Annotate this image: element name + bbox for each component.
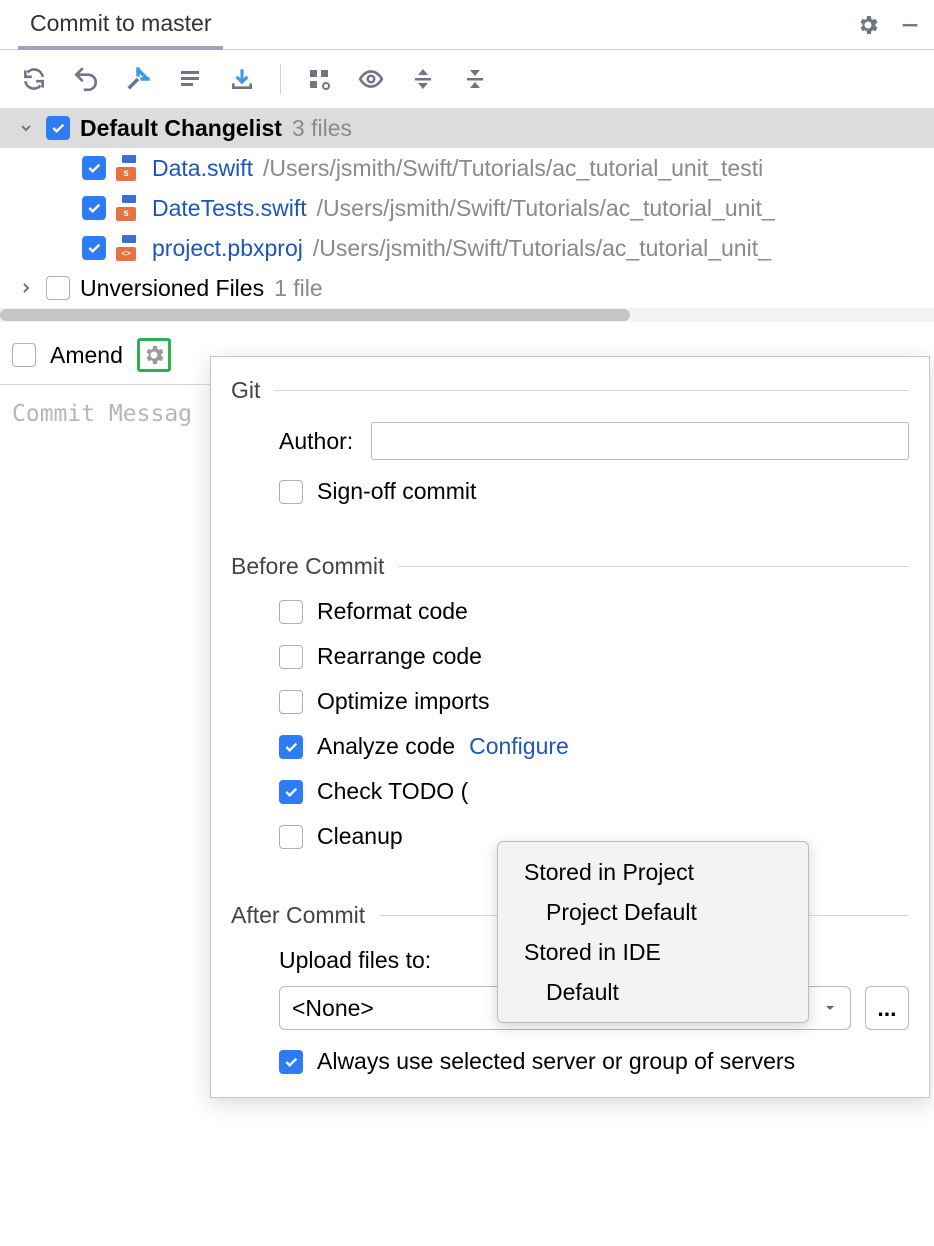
submenu-default[interactable]: Default bbox=[498, 972, 808, 1012]
optimize-checkbox[interactable] bbox=[279, 690, 303, 714]
submenu-stored-project[interactable]: Stored in Project bbox=[498, 852, 808, 892]
file-path: /Users/jsmith/Swift/Tutorials/ac_tutoria… bbox=[313, 235, 771, 262]
amend-checkbox[interactable] bbox=[12, 343, 36, 367]
file-path: /Users/jsmith/Swift/Tutorials/ac_tutoria… bbox=[317, 195, 775, 222]
changelist-label: Default Changelist bbox=[80, 115, 282, 142]
swift-file-icon: s bbox=[116, 155, 142, 181]
file-name: DateTests.swift bbox=[152, 195, 307, 222]
xml-file-icon: <> bbox=[116, 235, 142, 261]
submenu-project-default[interactable]: Project Default bbox=[498, 892, 808, 932]
check-todo-checkbox[interactable] bbox=[279, 780, 303, 804]
section-before-commit: Before Commit bbox=[231, 553, 909, 580]
shelve-icon[interactable] bbox=[226, 63, 258, 95]
unversioned-count: 1 file bbox=[274, 275, 323, 302]
preview-diff-icon[interactable] bbox=[355, 63, 387, 95]
rearrange-label: Rearrange code bbox=[317, 643, 482, 670]
commit-options-gear[interactable] bbox=[137, 338, 171, 372]
changes-tree: Default Changelist 3 files s Data.swift … bbox=[0, 108, 934, 308]
check-todo-label: Check TODO ( bbox=[317, 778, 468, 805]
section-git: Git bbox=[231, 377, 909, 404]
reformat-label: Reformat code bbox=[317, 598, 468, 625]
gear-icon[interactable] bbox=[854, 11, 882, 39]
file-name: project.pbxproj bbox=[152, 235, 303, 262]
file-row[interactable]: s Data.swift /Users/jsmith/Swift/Tutoria… bbox=[0, 148, 934, 188]
analyze-checkbox[interactable] bbox=[279, 735, 303, 759]
changelist-icon[interactable] bbox=[174, 63, 206, 95]
rearrange-checkbox[interactable] bbox=[279, 645, 303, 669]
analyze-label: Analyze code bbox=[317, 733, 455, 760]
swift-file-icon: s bbox=[116, 195, 142, 221]
file-checkbox[interactable] bbox=[82, 236, 106, 260]
group-by-icon[interactable] bbox=[303, 63, 335, 95]
chevron-down-icon bbox=[822, 1000, 838, 1016]
analyze-configure-link[interactable]: Configure bbox=[469, 733, 569, 760]
signoff-checkbox[interactable] bbox=[279, 480, 303, 504]
tab-commit[interactable]: Commit to master bbox=[0, 0, 233, 49]
always-use-checkbox[interactable] bbox=[279, 1050, 303, 1074]
file-checkbox[interactable] bbox=[82, 156, 106, 180]
minimize-icon[interactable] bbox=[896, 11, 924, 39]
submenu-stored-ide[interactable]: Stored in IDE bbox=[498, 932, 808, 972]
rollback-icon[interactable] bbox=[70, 63, 102, 95]
signoff-label: Sign-off commit bbox=[317, 478, 476, 505]
chevron-down-icon[interactable] bbox=[16, 118, 36, 138]
cleanup-label: Cleanup bbox=[317, 823, 403, 850]
jump-to-source-icon[interactable] bbox=[122, 63, 154, 95]
file-row[interactable]: s DateTests.swift /Users/jsmith/Swift/Tu… bbox=[0, 188, 934, 228]
toolbar bbox=[0, 50, 934, 108]
configure-submenu: Stored in Project Project Default Stored… bbox=[497, 841, 809, 1023]
default-changelist-row[interactable]: Default Changelist 3 files bbox=[0, 108, 934, 148]
reformat-checkbox[interactable] bbox=[279, 600, 303, 624]
unversioned-checkbox[interactable] bbox=[46, 276, 70, 300]
changelist-count: 3 files bbox=[292, 115, 352, 142]
amend-label: Amend bbox=[50, 342, 123, 369]
file-checkbox[interactable] bbox=[82, 196, 106, 220]
file-row[interactable]: <> project.pbxproj /Users/jsmith/Swift/T… bbox=[0, 228, 934, 268]
chevron-right-icon[interactable] bbox=[16, 278, 36, 298]
cleanup-checkbox[interactable] bbox=[279, 825, 303, 849]
amend-row: Amend bbox=[0, 322, 210, 385]
refresh-icon[interactable] bbox=[18, 63, 50, 95]
optimize-label: Optimize imports bbox=[317, 688, 490, 715]
unversioned-row[interactable]: Unversioned Files 1 file bbox=[0, 268, 934, 308]
always-use-label: Always use selected server or group of s… bbox=[317, 1048, 795, 1075]
author-label: Author: bbox=[279, 428, 353, 455]
collapse-all-icon[interactable] bbox=[459, 63, 491, 95]
horizontal-scrollbar[interactable] bbox=[0, 308, 934, 322]
author-input[interactable] bbox=[371, 422, 909, 460]
file-name: Data.swift bbox=[152, 155, 253, 182]
changelist-checkbox[interactable] bbox=[46, 116, 70, 140]
file-path: /Users/jsmith/Swift/Tutorials/ac_tutoria… bbox=[263, 155, 763, 182]
title-bar: Commit to master bbox=[0, 0, 934, 50]
tab-label: Commit to master bbox=[30, 10, 211, 36]
upload-value: <None> bbox=[292, 995, 374, 1022]
scrollbar-thumb[interactable] bbox=[0, 309, 630, 321]
upload-browse-button[interactable]: ... bbox=[865, 986, 909, 1030]
unversioned-label: Unversioned Files bbox=[80, 275, 264, 302]
expand-all-icon[interactable] bbox=[407, 63, 439, 95]
